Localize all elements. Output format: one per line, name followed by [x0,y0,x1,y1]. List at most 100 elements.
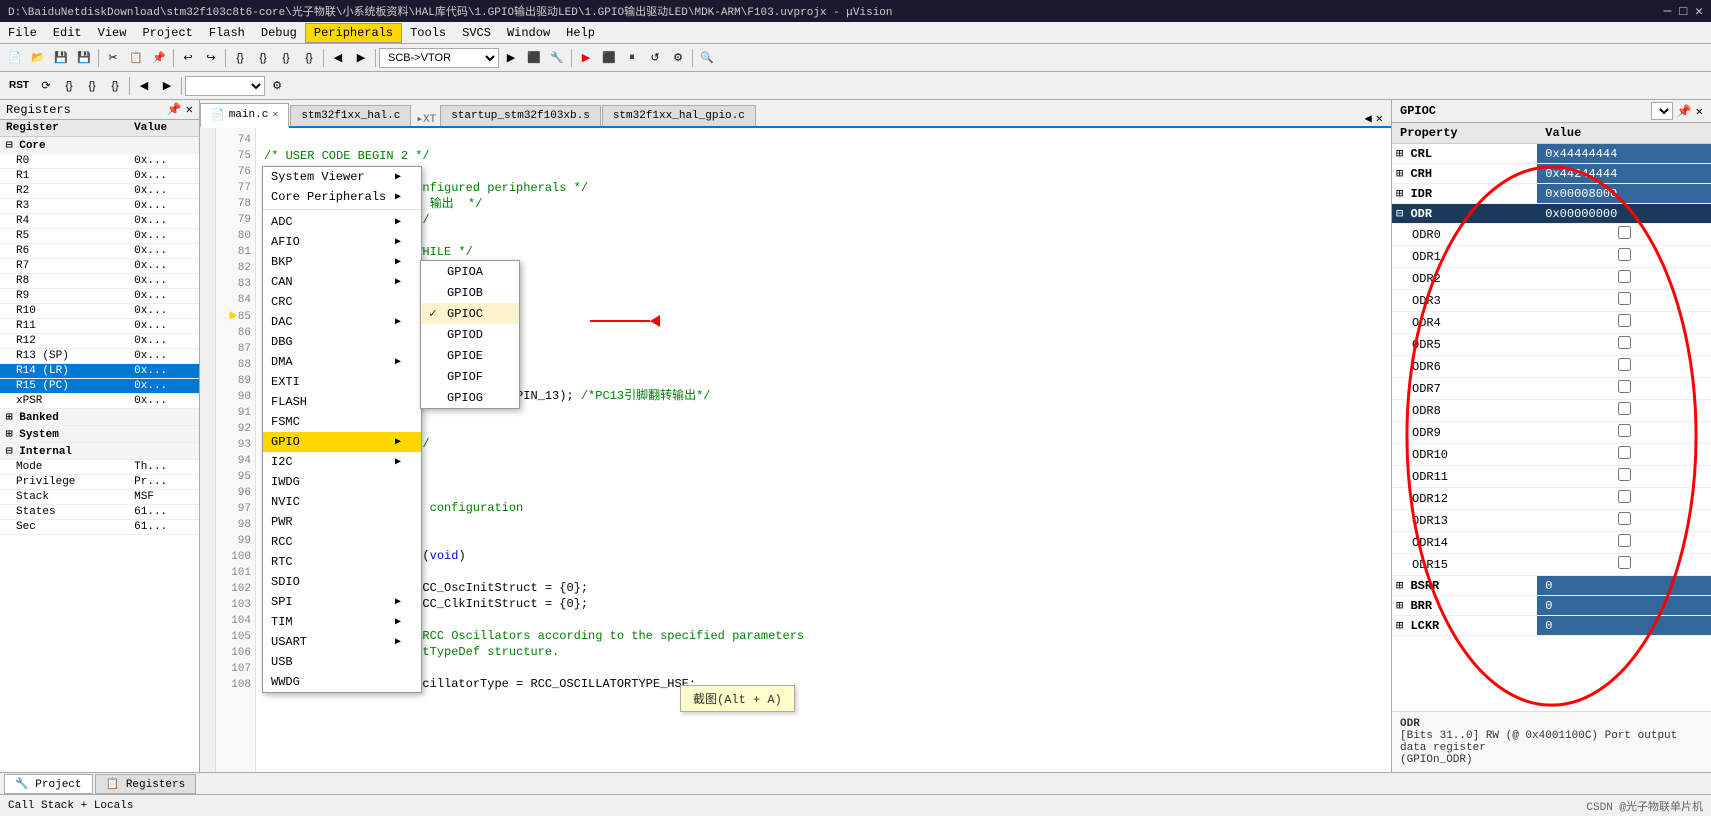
new-btn[interactable]: 📄 [4,47,26,69]
save-btn[interactable]: 💾 [50,47,72,69]
menu-tim[interactable]: TIM▶ [263,612,421,632]
window-controls[interactable]: ─ □ ✕ [1664,4,1703,19]
scroll-left-btn[interactable]: ◀ [1365,111,1372,126]
close-editor-btn[interactable]: ✕ [1376,111,1383,126]
list-item[interactable]: ⊞ LCKR 0 [1392,616,1711,636]
undo-btn[interactable]: ↩ [177,47,199,69]
list-item[interactable]: ODR3 [1392,290,1711,312]
table-row-pc[interactable]: R15 (PC)0x... [0,379,199,394]
menu-flash[interactable]: FLASH [263,392,421,412]
menu-nvic[interactable]: NVIC [263,492,421,512]
table-row[interactable]: R60x... [0,244,199,259]
cut-btn[interactable]: ✂ [102,47,124,69]
list-item[interactable]: ODR1 [1392,246,1711,268]
menu-crc[interactable]: CRC [263,292,421,312]
menu-system-viewer[interactable]: System Viewer ▶ [263,167,421,187]
gpioc-close[interactable]: ✕ [1696,104,1703,119]
cfg-btn1[interactable]: ⚙ [266,75,288,97]
table-row[interactable]: PrivilegePr... [0,475,199,490]
table-row[interactable]: R120x... [0,334,199,349]
debug-pause[interactable]: ⏸ [621,47,643,69]
list-item[interactable]: ⊞ CRH 0x44244444 [1392,164,1711,184]
paste-btn[interactable]: 📌 [148,47,170,69]
copy-btn[interactable]: 📋 [125,47,147,69]
list-item[interactable]: ODR7 [1392,378,1711,400]
menu-wwdg[interactable]: WWDG [263,672,421,692]
arrow-right[interactable]: ▶ [156,75,178,97]
table-row[interactable]: xPSR0x... [0,394,199,409]
menu-help[interactable]: Help [558,24,603,42]
config-select[interactable] [185,76,265,96]
menu-dbg[interactable]: DBG [263,332,421,352]
list-item[interactable]: ODR13 [1392,510,1711,532]
right-btn[interactable]: ▶ [350,47,372,69]
table-row[interactable]: R00x... [0,154,199,169]
list-item[interactable]: ODR2 [1392,268,1711,290]
redo-btn[interactable]: ↪ [200,47,222,69]
menu-file[interactable]: File [0,24,45,42]
menu-pwr[interactable]: PWR [263,512,421,532]
odr6-check[interactable] [1618,358,1631,371]
menu-i2c[interactable]: I2C▶ [263,452,421,472]
target-select[interactable]: SCB->VTOR [379,48,499,68]
gpio-gpiog[interactable]: GPIOG [421,387,519,408]
list-item-odr[interactable]: ⊟ ODR 0x00000000 [1392,204,1711,224]
gpioc-pin[interactable]: 📌 [1677,104,1692,119]
open-btn[interactable]: 📂 [27,47,49,69]
list-item[interactable]: ODR14 [1392,532,1711,554]
braces2-btn[interactable]: {} [252,47,274,69]
list-item[interactable]: ODR5 [1392,334,1711,356]
odr7-check[interactable] [1618,380,1631,393]
list-item[interactable]: ODR0 [1392,224,1711,246]
left-btn[interactable]: ◀ [327,47,349,69]
table-row[interactable]: StackMSF [0,490,199,505]
table-row[interactable]: R90x... [0,289,199,304]
menu-window[interactable]: Window [499,24,558,42]
gpio-gpiob[interactable]: GPIOB [421,282,519,303]
table-row[interactable]: R110x... [0,319,199,334]
tab-startup[interactable]: startup_stm32f103xb.s [440,105,601,126]
braces3-btn[interactable]: {} [275,47,297,69]
gpio-gpiof[interactable]: GPIOF [421,366,519,387]
target-btn1[interactable]: ▶ [500,47,522,69]
menu-usart[interactable]: USART▶ [263,632,421,652]
odr15-check[interactable] [1618,556,1631,569]
reg-group-core[interactable]: ⊟ Core [0,137,199,154]
odr11-check[interactable] [1618,468,1631,481]
list-item[interactable]: ODR11 [1392,466,1711,488]
odr12-check[interactable] [1618,490,1631,503]
menu-debug[interactable]: Debug [253,24,305,42]
tab-hal[interactable]: stm32f1xx_hal.c [290,105,411,126]
table-row[interactable]: R40x... [0,214,199,229]
table-row[interactable]: R80x... [0,274,199,289]
arrow-left[interactable]: ◀ [133,75,155,97]
odr10-check[interactable] [1618,446,1631,459]
gpio-gpioa[interactable]: GPIOA [421,261,519,282]
menu-dma[interactable]: DMA▶ [263,352,421,372]
screenshot-tooltip[interactable]: 截图(Alt + A) [680,685,795,712]
step-in[interactable]: {} [58,75,80,97]
reg-group-internal[interactable]: ⊟ Internal [0,443,199,460]
menu-bkp[interactable]: BKP▶ [263,252,421,272]
target-btn3[interactable]: 🔧 [546,47,568,69]
debug-stop[interactable]: ⬛ [598,47,620,69]
list-item[interactable]: ODR10 [1392,444,1711,466]
table-row[interactable]: Sec61... [0,520,199,535]
odr8-check[interactable] [1618,402,1631,415]
table-row-lr[interactable]: R14 (LR)0x... [0,364,199,379]
table-row[interactable]: R100x... [0,304,199,319]
odr3-check[interactable] [1618,292,1631,305]
table-row[interactable]: R13 (SP)0x... [0,349,199,364]
menu-rcc[interactable]: RCC [263,532,421,552]
menu-peripherals[interactable]: Peripherals [305,23,402,43]
step-over[interactable]: ⟳ [35,75,57,97]
menu-fsmc[interactable]: FSMC [263,412,421,432]
menu-rtc[interactable]: RTC [263,552,421,572]
table-row[interactable]: R20x... [0,184,199,199]
gpioc-config-select[interactable] [1651,102,1673,120]
menu-usb[interactable]: USB [263,652,421,672]
menu-tools[interactable]: Tools [402,24,454,42]
gpio-gpioe[interactable]: GPIOE [421,345,519,366]
menu-gpio[interactable]: GPIO ▶ [263,432,421,452]
registers-pin[interactable]: 📌 [167,102,182,117]
